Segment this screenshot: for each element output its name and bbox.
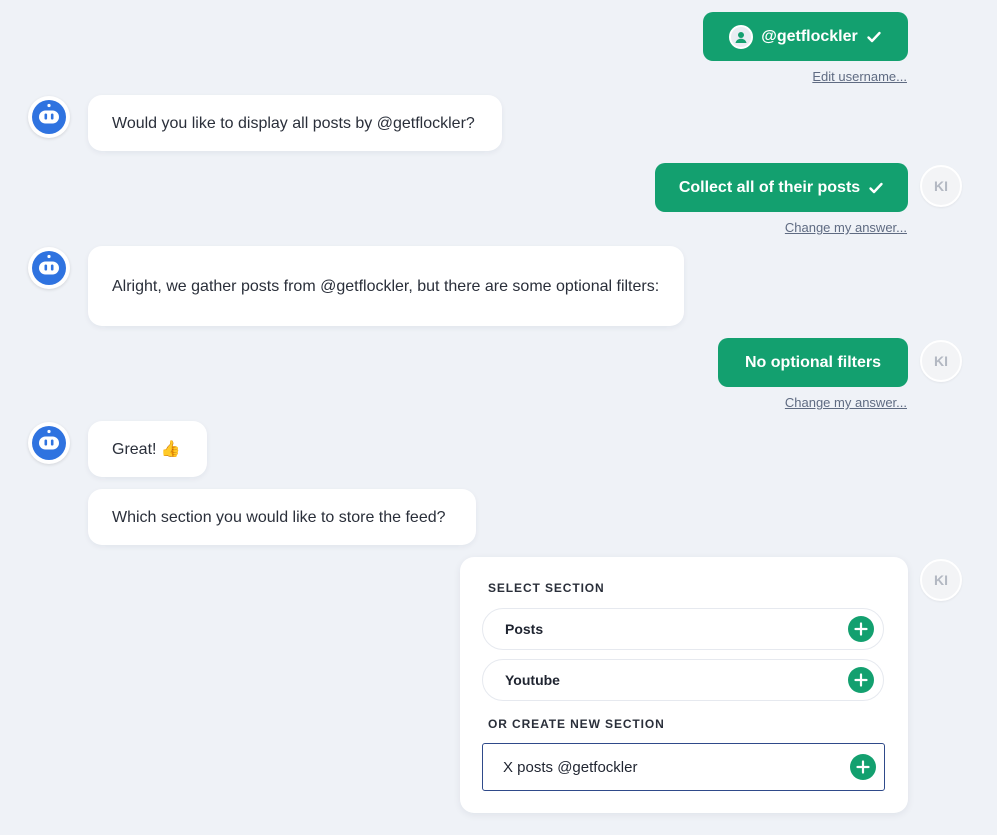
section-select-panel: SELECT SECTION Posts Youtube OR CREATE N… — [460, 557, 908, 813]
section-option-label: Posts — [505, 621, 544, 637]
username-answer-pill: @getflockler — [703, 12, 908, 61]
plus-icon[interactable] — [848, 616, 874, 642]
bot-message-text: Would you like to display all posts by @… — [112, 114, 475, 132]
bot-message-filters: Alright, we gather posts from @getflockl… — [88, 246, 684, 326]
change-answer-link[interactable]: Change my answer... — [785, 395, 907, 410]
user-avatar: KI — [920, 559, 962, 601]
user-avatar: KI — [920, 340, 962, 382]
no-filters-answer-label: No optional filters — [745, 353, 881, 371]
bot-avatar-icon — [28, 247, 70, 289]
select-section-heading: SELECT SECTION — [488, 581, 605, 595]
plus-icon[interactable] — [850, 754, 876, 780]
edit-username-link[interactable]: Edit username... — [812, 69, 907, 84]
bot-message-text: Great! 👍 — [112, 440, 181, 458]
bot-avatar-icon — [28, 96, 70, 138]
create-section-heading: OR CREATE NEW SECTION — [488, 717, 665, 731]
no-filters-answer-pill: No optional filters — [718, 338, 908, 387]
bot-message-text: Which section you would like to store th… — [112, 508, 446, 526]
bot-message-text: Alright, we gather posts from @getflockl… — [112, 277, 660, 295]
change-answer-link[interactable]: Change my answer... — [785, 220, 907, 235]
previous-message-fragment — [850, 0, 900, 2]
plus-icon[interactable] — [848, 667, 874, 693]
check-icon — [868, 180, 884, 196]
section-option-youtube[interactable]: Youtube — [482, 659, 884, 701]
collect-answer-label: Collect all of their posts — [678, 178, 861, 196]
collect-posts-answer-pill: Collect all of their posts — [655, 163, 908, 212]
check-icon — [866, 29, 882, 45]
user-avatar-icon — [729, 24, 754, 49]
bot-message-display-all: Would you like to display all posts by @… — [88, 95, 502, 151]
section-option-posts[interactable]: Posts — [482, 608, 884, 650]
section-option-label: Youtube — [505, 672, 560, 688]
bot-avatar-icon — [28, 422, 70, 464]
user-avatar: KI — [920, 165, 962, 207]
new-section-input[interactable] — [482, 743, 885, 791]
bot-message-great: Great! 👍 — [88, 421, 207, 477]
username-answer-label: @getflockler — [761, 27, 858, 45]
bot-message-which-section: Which section you would like to store th… — [88, 489, 476, 545]
